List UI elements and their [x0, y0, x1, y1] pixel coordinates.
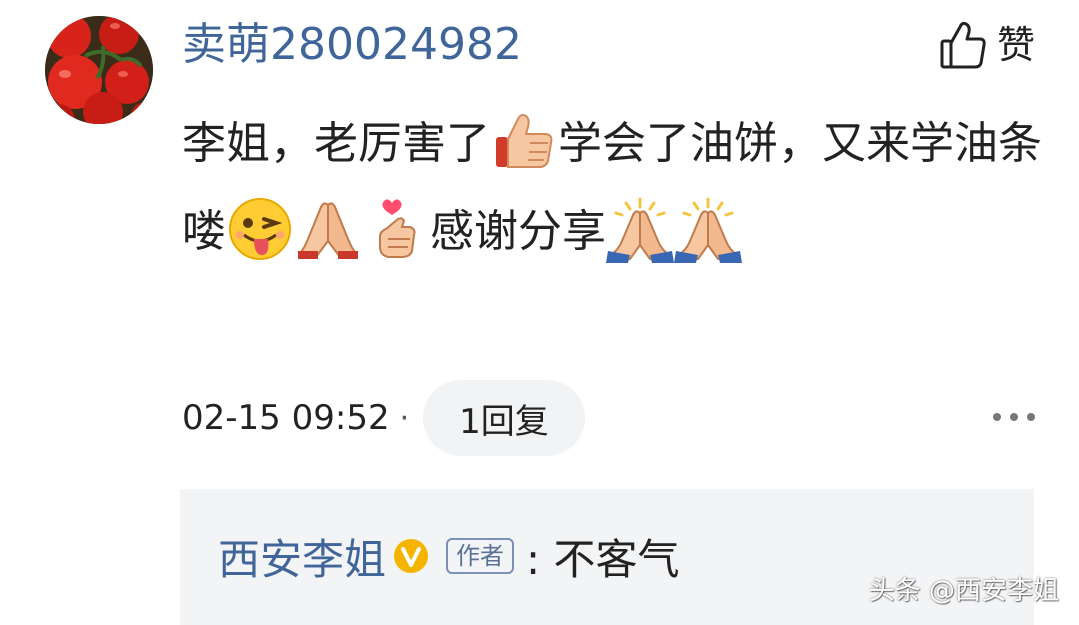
reply-count-label: 1回复	[459, 401, 549, 442]
comment-meta: 02-15 09:52 · 1回复	[182, 380, 585, 456]
avatar[interactable]	[45, 16, 153, 124]
like-button[interactable]: 赞	[939, 14, 1035, 76]
reply-count-button[interactable]: 1回复	[423, 380, 585, 456]
wink-tongue-emoji-icon	[226, 195, 294, 263]
praying-hands-sparkle-emoji-icon	[606, 195, 674, 263]
like-label: 赞	[996, 23, 1035, 67]
comment-username[interactable]: 卖萌280024982	[182, 14, 522, 76]
author-badge: 作者	[446, 538, 515, 574]
meta-separator: ·	[399, 400, 410, 436]
more-dot	[1010, 413, 1018, 421]
watermark: 头条 @西安李姐	[868, 576, 1059, 606]
thumbs-up-emoji-icon	[490, 107, 558, 175]
comment-text-part-1: 李姐，老厉害了	[182, 118, 490, 169]
comment-text-part-3: 感谢分享	[430, 206, 606, 257]
praying-hands-sparkle-emoji-icon	[674, 195, 742, 263]
reply-author[interactable]: 西安李姐	[218, 526, 386, 587]
finger-heart-emoji-icon	[362, 195, 430, 263]
comment-timestamp: 02-15 09:52	[182, 398, 390, 438]
reply-text: : 不客气	[526, 534, 680, 584]
more-dots-icon[interactable]	[993, 404, 1035, 430]
tomatoes-avatar-image	[45, 16, 153, 124]
praying-hands-emoji-icon	[294, 195, 362, 263]
reply-line: 西安李姐 作者 : 不客气	[218, 521, 680, 591]
more-dot	[1027, 413, 1035, 421]
comment-body: 李姐，老厉害了 学会了油饼，又来学油条喽 感谢分享	[182, 100, 1042, 276]
thumbs-up-outline-icon	[940, 21, 986, 69]
verified-v-badge-icon	[394, 539, 429, 573]
more-dot	[993, 413, 1001, 421]
